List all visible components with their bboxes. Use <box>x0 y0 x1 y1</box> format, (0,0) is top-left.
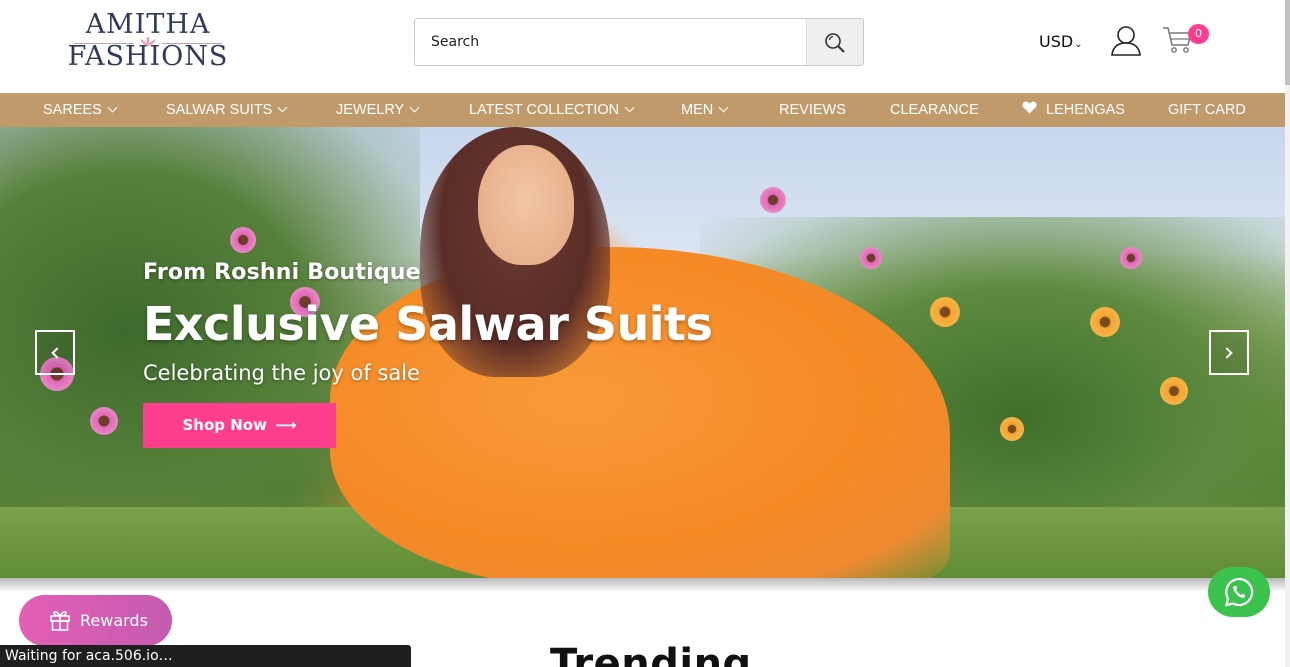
user-icon[interactable] <box>1110 24 1142 56</box>
nav-item-label: JEWELRY <box>336 102 405 118</box>
search-icon <box>825 33 845 53</box>
hero-flower <box>1000 417 1024 441</box>
shop-now-button[interactable]: Shop Now ⟶ <box>143 403 336 448</box>
main-nav: SAREES SALWAR SUITS JEWELRY LATEST COLLE… <box>0 93 1285 127</box>
nav-item-jewelry[interactable]: JEWELRY <box>336 93 420 127</box>
hero-tagline: Celebrating the joy of sale <box>143 361 420 385</box>
rewards-button[interactable]: Rewards <box>19 595 172 646</box>
page-scrollbar[interactable] <box>1285 0 1290 667</box>
nav-item-sarees[interactable]: SAREES <box>43 93 118 127</box>
whatsapp-button[interactable] <box>1208 567 1270 617</box>
chevron-down-icon <box>107 102 118 113</box>
hero-flower <box>860 247 882 269</box>
nav-item-label: SAREES <box>43 102 102 118</box>
nav-item-lehengas[interactable]: LEHENGAS <box>1022 93 1125 127</box>
hero-flower <box>1120 247 1142 269</box>
cart-count-badge: 0 <box>1188 24 1209 44</box>
hero-flower <box>1090 307 1120 337</box>
slider-next-button[interactable] <box>1209 330 1249 375</box>
hero-banner: From Roshni Boutique Exclusive Salwar Su… <box>0 127 1285 578</box>
section-title: Trending <box>550 641 752 667</box>
nav-item-label: LEHENGAS <box>1046 102 1125 118</box>
logo-rule-left <box>74 43 134 44</box>
nav-item-men[interactable]: MEN <box>681 93 729 127</box>
hero-title: Exclusive Salwar Suits <box>143 297 713 351</box>
hero-model-face <box>478 145 574 265</box>
currency-selector[interactable]: USD⌄ <box>1039 32 1083 51</box>
nav-item-reviews[interactable]: REVIEWS <box>779 93 846 127</box>
heart-icon <box>1022 101 1037 114</box>
search-button[interactable] <box>806 19 863 65</box>
nav-item-label: MEN <box>681 102 714 118</box>
browser-status-bar: Waiting for aca.506.io… <box>0 645 411 667</box>
currency-value: USD <box>1039 32 1074 51</box>
chevron-down-icon <box>409 102 420 113</box>
chevron-down-icon <box>718 102 729 113</box>
slider-prev-button[interactable] <box>35 330 75 375</box>
nav-item-gift-card[interactable]: GIFT CARD <box>1168 93 1246 127</box>
nav-item-label: CLEARANCE <box>890 102 979 118</box>
arrow-right-icon: ⟶ <box>274 416 297 434</box>
site-logo[interactable]: AMITHA FASHIONS <box>64 10 232 74</box>
whatsapp-icon <box>1225 577 1254 607</box>
nav-item-label: LATEST COLLECTION <box>469 102 620 118</box>
chevron-down-icon: ⌄ <box>1074 39 1083 50</box>
hero-flower <box>930 297 960 327</box>
hero-flower <box>90 407 118 435</box>
gift-icon <box>50 611 70 631</box>
nav-item-clearance[interactable]: CLEARANCE <box>890 93 979 127</box>
rewards-label: Rewards <box>80 611 148 630</box>
search-bar <box>414 18 864 66</box>
hero-flower <box>230 227 256 253</box>
hero-flower <box>760 187 786 213</box>
logo-rule-right <box>162 43 222 44</box>
chevron-down-icon <box>624 102 635 113</box>
scrollbar-thumb[interactable] <box>1285 0 1290 85</box>
hero-flower <box>1160 377 1188 405</box>
nav-item-salwar-suits[interactable]: SALWAR SUITS <box>166 93 288 127</box>
shop-now-label: Shop Now <box>182 416 267 434</box>
nav-item-latest-collection[interactable]: LATEST COLLECTION <box>469 93 635 127</box>
search-input[interactable] <box>415 19 805 65</box>
chevron-right-icon <box>1221 347 1233 359</box>
lotus-icon <box>140 36 156 46</box>
nav-item-label: REVIEWS <box>779 102 846 118</box>
hero-shadow <box>0 578 1285 592</box>
chevron-down-icon <box>277 102 288 113</box>
nav-item-label: GIFT CARD <box>1168 102 1246 118</box>
chevron-left-icon <box>51 347 63 359</box>
nav-item-label: SALWAR SUITS <box>166 102 273 118</box>
page: AMITHA FASHIONS USD⌄ <box>0 0 1290 667</box>
site-header: AMITHA FASHIONS USD⌄ <box>0 0 1285 93</box>
hero-subtitle: From Roshni Boutique <box>143 260 421 285</box>
